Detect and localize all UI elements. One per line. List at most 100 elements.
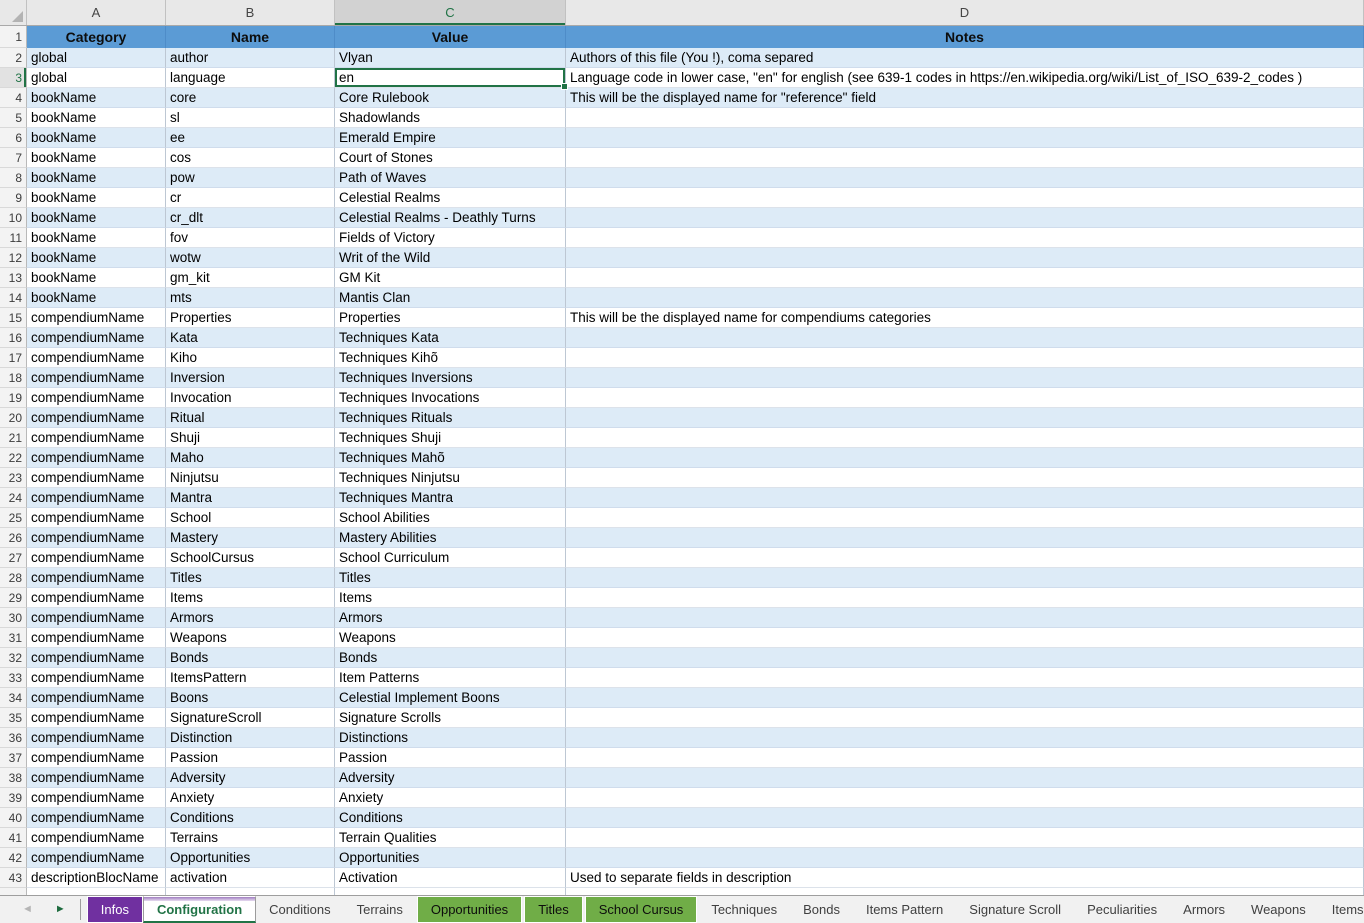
cell-value[interactable]: Techniques Mahõ: [335, 448, 566, 468]
cell-value[interactable]: Core Rulebook: [335, 88, 566, 108]
sheet-tab-techniques[interactable]: Techniques: [698, 896, 790, 923]
cell-value[interactable]: Armors: [335, 608, 566, 628]
row-header[interactable]: 30: [0, 608, 27, 628]
row-header[interactable]: 37: [0, 748, 27, 768]
column-header-b[interactable]: B: [166, 0, 335, 25]
cell-name[interactable]: pow: [166, 168, 335, 188]
cell-notes[interactable]: [566, 228, 1364, 248]
cell-name[interactable]: Armors: [166, 608, 335, 628]
column-header-a[interactable]: A: [27, 0, 166, 25]
cell-category[interactable]: compendiumName: [27, 528, 166, 548]
row-header[interactable]: 9: [0, 188, 27, 208]
row-header[interactable]: 13: [0, 268, 27, 288]
cell-category[interactable]: bookName: [27, 128, 166, 148]
cell-category[interactable]: bookName: [27, 188, 166, 208]
row-header[interactable]: 16: [0, 328, 27, 348]
cell-name[interactable]: [166, 888, 335, 895]
row-header[interactable]: 32: [0, 648, 27, 668]
cell-value[interactable]: [335, 888, 566, 895]
cell-category[interactable]: compendiumName: [27, 668, 166, 688]
cell-name[interactable]: mts: [166, 288, 335, 308]
cell-name[interactable]: Inversion: [166, 368, 335, 388]
cell-value[interactable]: Activation: [335, 868, 566, 888]
cell-category[interactable]: compendiumName: [27, 648, 166, 668]
cell-value[interactable]: Adversity: [335, 768, 566, 788]
row-header[interactable]: 29: [0, 588, 27, 608]
cell-category[interactable]: compendiumName: [27, 368, 166, 388]
sheet-tab-opportunities[interactable]: Opportunities: [417, 896, 522, 923]
row-header[interactable]: 25: [0, 508, 27, 528]
row-header[interactable]: 7: [0, 148, 27, 168]
cell-value[interactable]: Items: [335, 588, 566, 608]
row-header[interactable]: 40: [0, 808, 27, 828]
row-header[interactable]: 22: [0, 448, 27, 468]
cell-name[interactable]: Kiho: [166, 348, 335, 368]
sheet-tab-infos[interactable]: Infos: [87, 896, 143, 923]
row-header[interactable]: 27: [0, 548, 27, 568]
cell-name[interactable]: Distinction: [166, 728, 335, 748]
cell-name[interactable]: language: [166, 68, 335, 88]
cell-name[interactable]: Passion: [166, 748, 335, 768]
cell-name[interactable]: Anxiety: [166, 788, 335, 808]
cell-name[interactable]: SchoolCursus: [166, 548, 335, 568]
row-header[interactable]: 21: [0, 428, 27, 448]
cell-category[interactable]: compendiumName: [27, 688, 166, 708]
row-header[interactable]: 14: [0, 288, 27, 308]
cell-notes[interactable]: [566, 148, 1364, 168]
cell-name[interactable]: Adversity: [166, 768, 335, 788]
cell-category[interactable]: bookName: [27, 268, 166, 288]
cell-value[interactable]: Titles: [335, 568, 566, 588]
cell-name[interactable]: Titles: [166, 568, 335, 588]
cell-category[interactable]: compendiumName: [27, 708, 166, 728]
cell-category[interactable]: compendiumName: [27, 448, 166, 468]
cell-category[interactable]: bookName: [27, 88, 166, 108]
cell-name[interactable]: Maho: [166, 448, 335, 468]
cell-category[interactable]: compendiumName: [27, 468, 166, 488]
cell-category[interactable]: compendiumName: [27, 568, 166, 588]
cell-category[interactable]: compendiumName: [27, 428, 166, 448]
row-header[interactable]: 35: [0, 708, 27, 728]
cell-value[interactable]: Terrain Qualities: [335, 828, 566, 848]
cell-category[interactable]: compendiumName: [27, 728, 166, 748]
header-cell-notes[interactable]: Notes: [566, 26, 1364, 48]
sheet-tab-items-pattern[interactable]: Items Pattern: [853, 896, 956, 923]
cell-notes[interactable]: [566, 728, 1364, 748]
cell-category[interactable]: compendiumName: [27, 608, 166, 628]
cell-notes[interactable]: [566, 668, 1364, 688]
cell-category[interactable]: bookName: [27, 108, 166, 128]
cell-value[interactable]: Techniques Inversions: [335, 368, 566, 388]
row-header[interactable]: 19: [0, 388, 27, 408]
cell-category[interactable]: compendiumName: [27, 848, 166, 868]
cell-value[interactable]: Distinctions: [335, 728, 566, 748]
cell-notes[interactable]: [566, 288, 1364, 308]
cell-category[interactable]: compendiumName: [27, 828, 166, 848]
sheet-tab-titles[interactable]: Titles: [524, 896, 583, 923]
cell-category[interactable]: compendiumName: [27, 328, 166, 348]
cell-category[interactable]: compendiumName: [27, 388, 166, 408]
header-cell-name[interactable]: Name: [166, 26, 335, 48]
cell-category[interactable]: compendiumName: [27, 348, 166, 368]
cell-value[interactable]: Techniques Mantra: [335, 488, 566, 508]
cell-notes[interactable]: [566, 808, 1364, 828]
cell-category[interactable]: compendiumName: [27, 808, 166, 828]
cell-value[interactable]: Techniques Shuji: [335, 428, 566, 448]
cell-value[interactable]: Conditions: [335, 808, 566, 828]
cell-name[interactable]: cr: [166, 188, 335, 208]
cell-name[interactable]: Mantra: [166, 488, 335, 508]
cell-notes[interactable]: [566, 368, 1364, 388]
cell-notes[interactable]: [566, 588, 1364, 608]
row-header[interactable]: 36: [0, 728, 27, 748]
cell-category[interactable]: bookName: [27, 168, 166, 188]
row-header[interactable]: 42: [0, 848, 27, 868]
row-header[interactable]: 10: [0, 208, 27, 228]
row-header[interactable]: 12: [0, 248, 27, 268]
cell-name[interactable]: core: [166, 88, 335, 108]
sheet-tab-bonds[interactable]: Bonds: [790, 896, 853, 923]
cell-notes[interactable]: [566, 468, 1364, 488]
cell-notes[interactable]: [566, 188, 1364, 208]
cell-notes[interactable]: [566, 828, 1364, 848]
cell-name[interactable]: cos: [166, 148, 335, 168]
cell-name[interactable]: Kata: [166, 328, 335, 348]
cell-name[interactable]: Mastery: [166, 528, 335, 548]
cell-notes[interactable]: [566, 328, 1364, 348]
